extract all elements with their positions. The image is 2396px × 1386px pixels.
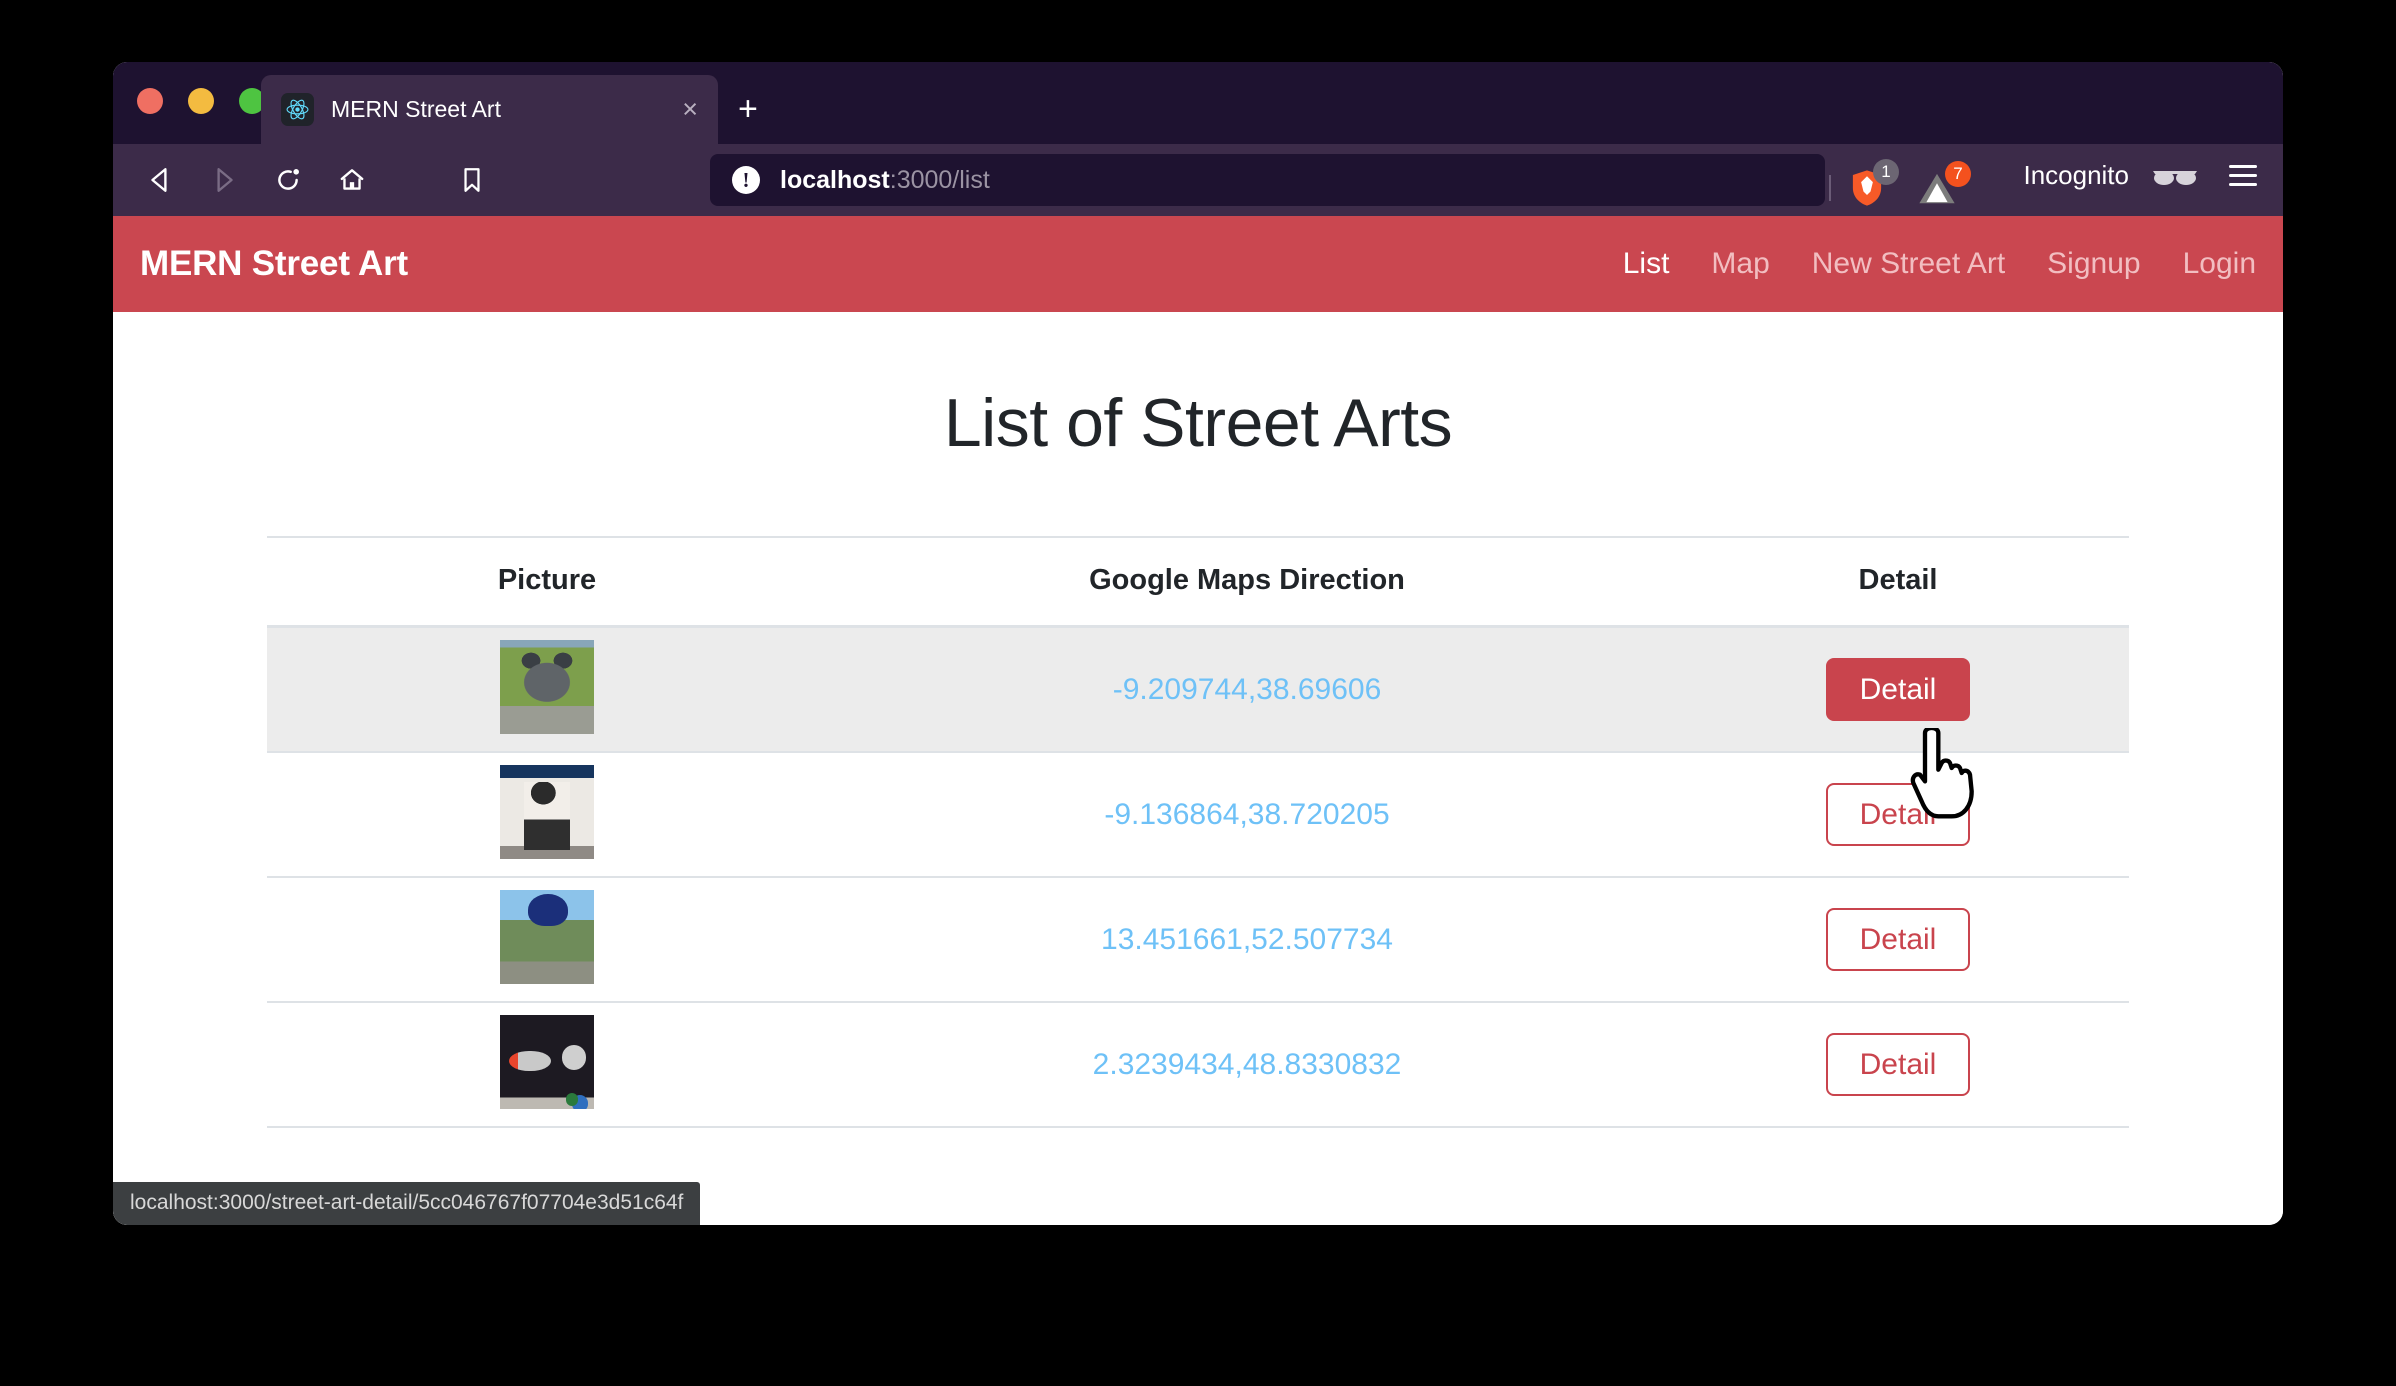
browser-tab[interactable]: MERN Street Art × [261,75,718,144]
new-tab-button[interactable]: + [738,92,758,126]
street-art-thumbnail[interactable] [500,640,594,734]
nav-link-map[interactable]: Map [1711,247,1769,281]
hamburger-menu-icon[interactable] [2229,165,2257,186]
url-text: localhost:3000/list [780,166,990,195]
incognito-label: Incognito [2023,160,2129,190]
app-navbar: MERN Street Art List Map New Street Art … [113,216,2283,312]
triangle-extension-count: 7 [1945,161,1971,187]
cell-picture [267,1002,827,1127]
google-maps-link[interactable]: 13.451661,52.507734 [1101,923,1393,956]
cell-detail: Detail [1667,1002,2129,1127]
nav-link-signup[interactable]: Signup [2047,247,2140,281]
browser-toolbar: ! localhost:3000/list 1 7 Incognito [113,144,2283,216]
table-row[interactable]: 2.3239434,48.8330832 Detail [267,1002,2129,1127]
shields-group: 1 7 [1829,159,1971,208]
table-header-row: Picture Google Maps Direction Detail [267,536,2129,628]
info-warning-icon[interactable]: ! [732,166,760,194]
reload-icon[interactable] [267,159,309,201]
table-row[interactable]: 13.451661,52.507734 Detail [267,877,2129,1002]
nav-link-login[interactable]: Login [2183,247,2256,281]
back-arrow-icon[interactable] [139,159,181,201]
nav-link-new-street-art[interactable]: New Street Art [1812,247,2005,281]
close-tab-icon[interactable]: × [682,96,698,123]
minimize-window-button[interactable] [188,88,214,114]
table-body: -9.209744,38.69606 Detail -9.136864,38.7… [267,626,2129,1127]
status-bar-url: localhost:3000/street-art-detail/5cc0467… [113,1182,701,1225]
forward-arrow-icon [203,159,245,201]
url-host: localhost [780,165,890,194]
detail-button[interactable]: Detail [1825,782,1971,847]
street-art-table: Picture Google Maps Direction Detail -9.… [267,536,2129,1128]
react-logo-icon [281,93,314,126]
detail-button[interactable]: Detail [1825,1032,1971,1097]
url-address-bar[interactable]: ! localhost:3000/list [710,154,1825,206]
column-header-google-maps-direction: Google Maps Direction [827,536,1667,628]
column-header-detail: Detail [1667,536,2129,628]
street-art-thumbnail[interactable] [500,1015,594,1109]
close-window-button[interactable] [137,88,163,114]
cell-detail: Detail [1667,627,2129,753]
incognito-glasses-icon [2153,170,2197,185]
cell-picture [267,627,827,753]
app-brand[interactable]: MERN Street Art [140,244,408,284]
url-path: :3000/list [889,165,990,194]
cell-detail: Detail [1667,877,2129,1002]
google-maps-link[interactable]: 2.3239434,48.8330832 [1093,1048,1402,1081]
bookmark-icon[interactable] [451,159,493,201]
nav-link-list[interactable]: List [1623,247,1670,281]
street-art-thumbnail[interactable] [500,765,594,859]
brave-shields-button[interactable]: 1 [1849,159,1899,208]
google-maps-link[interactable]: -9.209744,38.69606 [1113,673,1382,706]
page-title: List of Street Arts [943,385,1453,461]
app-nav-links: List Map New Street Art Signup Login [1623,247,2256,281]
cell-coordinates: 13.451661,52.507734 [827,877,1667,1002]
detail-button[interactable]: Detail [1825,657,1971,722]
cell-picture [267,877,827,1002]
triangle-extension-button[interactable]: 7 [1917,161,1971,206]
browser-window: MERN Street Art × + ! localhost:3000/lis… [113,62,2283,1225]
cell-coordinates: -9.136864,38.720205 [827,752,1667,877]
cell-picture [267,752,827,877]
window-traffic-lights [137,88,265,114]
cell-coordinates: 2.3239434,48.8330832 [827,1002,1667,1127]
brave-shields-count: 1 [1873,159,1899,185]
tab-strip: MERN Street Art × + [113,62,2283,144]
google-maps-link[interactable]: -9.136864,38.720205 [1104,798,1389,831]
page-viewport: MERN Street Art List Map New Street Art … [113,216,2283,1225]
toolbar-divider [1829,175,1831,201]
home-icon[interactable] [331,159,373,201]
cell-coordinates: -9.209744,38.69606 [827,627,1667,753]
column-header-picture: Picture [267,536,827,628]
table-header: Picture Google Maps Direction Detail [267,536,2129,628]
tab-title: MERN Street Art [331,96,501,122]
cell-detail: Detail [1667,752,2129,877]
table-row[interactable]: -9.209744,38.69606 Detail [267,626,2129,753]
street-art-thumbnail[interactable] [500,890,594,984]
detail-button[interactable]: Detail [1825,907,1971,972]
incognito-indicator[interactable]: Incognito [2023,160,2257,191]
table-row[interactable]: -9.136864,38.720205 Detail [267,752,2129,877]
